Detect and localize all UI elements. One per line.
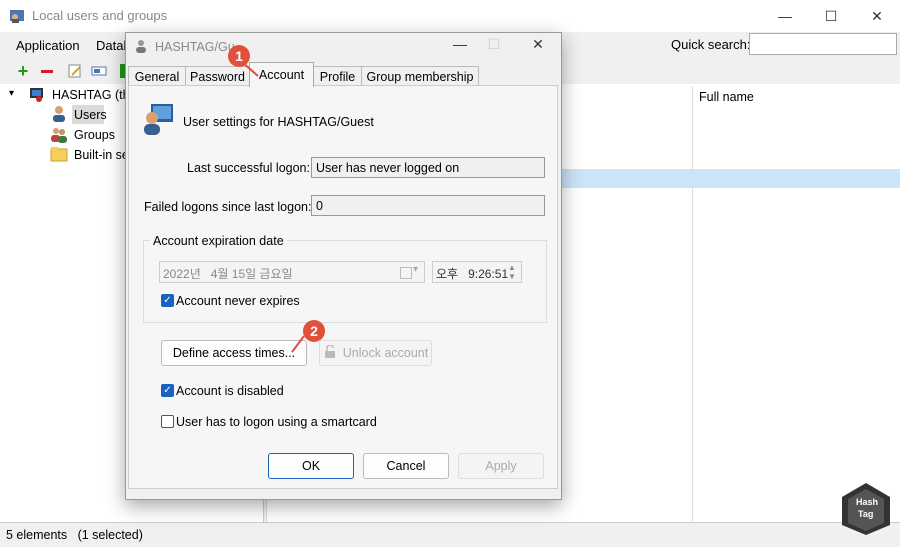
spin-up-icon: ▲	[508, 263, 516, 272]
cancel-button[interactable]: Cancel	[363, 453, 449, 479]
close-icon: ✕	[871, 7, 883, 24]
dialog-maximize-button: ☐	[480, 36, 508, 56]
tree-item-users[interactable]: Users	[74, 108, 107, 122]
tab-profile[interactable]: Profile	[313, 66, 362, 86]
add-icon[interactable]: +	[14, 61, 32, 81]
unlock-account-button: Unlock account	[319, 340, 432, 366]
spin-down-icon: ▼	[508, 272, 516, 281]
collapse-chevron-icon[interactable]: ▾	[9, 88, 14, 99]
edit-icon[interactable]	[66, 62, 84, 80]
last-logon-label: Last successful logon:	[187, 161, 310, 175]
column-header-full-name[interactable]: Full name	[699, 90, 754, 104]
status-text: 5 elements (1 selected)	[6, 528, 143, 542]
selected-table-row[interactable]	[561, 169, 900, 188]
annotation-arrow-2	[291, 335, 305, 353]
dialog-heading: User settings for HASHTAG/Guest	[183, 115, 374, 129]
smartcard-label[interactable]: User has to logon using a smartcard	[176, 415, 377, 429]
never-expires-checkbox[interactable]: ✓	[161, 294, 174, 307]
rename-icon[interactable]	[90, 62, 108, 80]
maximize-button[interactable]: ☐	[808, 0, 854, 32]
time-value: 오후 9:26:51	[436, 267, 509, 281]
tree-root[interactable]: HASHTAG (thi	[52, 88, 132, 102]
tab-group-membership[interactable]: Group membership	[361, 66, 479, 86]
quick-search-label: Quick search:	[671, 37, 751, 52]
window-title: Local users and groups	[32, 8, 168, 23]
date-value: 2022년 4월 15일 금요일	[163, 267, 293, 281]
logo-text-hash: Hash	[856, 497, 879, 507]
minimize-icon: —	[778, 8, 792, 24]
maximize-icon: ☐	[487, 36, 501, 52]
quick-search-input[interactable]	[749, 33, 897, 55]
remove-icon[interactable]	[38, 62, 56, 80]
computer-icon	[28, 86, 46, 107]
calendar-icon	[400, 267, 412, 279]
tab-general[interactable]: General	[128, 66, 186, 86]
user-computer-icon	[141, 102, 175, 139]
close-icon: ✕	[532, 36, 544, 52]
annotation-arrow-1	[241, 61, 259, 77]
ok-button[interactable]: OK	[268, 453, 354, 479]
last-logon-field: User has never logged on	[311, 157, 545, 178]
expiration-time-picker: 오후 9:26:51 ▲ ▼	[432, 261, 522, 283]
define-access-times-button[interactable]: Define access times...	[161, 340, 307, 366]
lock-icon	[323, 343, 337, 362]
users-app-icon	[9, 8, 25, 24]
folder-icon	[50, 146, 68, 165]
dialog-minimize-button[interactable]: —	[446, 36, 474, 56]
dialog-close-button[interactable]: ✕	[524, 36, 552, 56]
minimize-icon: —	[453, 36, 467, 52]
dialog-title: HASHTAG/Gu	[155, 40, 235, 54]
never-expires-label[interactable]: Account never expires	[176, 294, 300, 308]
column-divider	[692, 86, 693, 522]
account-disabled-label[interactable]: Account is disabled	[176, 384, 284, 398]
smartcard-checkbox[interactable]	[161, 415, 174, 428]
user-icon	[50, 105, 68, 126]
tree-item-builtin[interactable]: Built-in se	[74, 148, 129, 162]
apply-button: Apply	[458, 453, 544, 479]
failed-logons-label: Failed logons since last logon:	[144, 200, 312, 214]
minimize-button[interactable]: —	[762, 0, 808, 32]
hashtag-logo: Hash Tag	[838, 481, 894, 537]
chevron-down-icon: ▾	[413, 264, 419, 275]
account-disabled-checkbox[interactable]: ✓	[161, 384, 174, 397]
expiration-group-title: Account expiration date	[150, 234, 287, 248]
maximize-icon: ☐	[824, 7, 838, 24]
close-button[interactable]: ✕	[854, 0, 900, 32]
expiration-date-picker: 2022년 4월 15일 금요일 ▾	[159, 261, 425, 283]
menu-application[interactable]: Application	[16, 38, 80, 53]
failed-logons-field: 0	[311, 195, 545, 216]
unlock-account-label: Unlock account	[342, 346, 429, 360]
tree-item-groups[interactable]: Groups	[74, 128, 115, 142]
logo-text-tag: Tag	[858, 509, 874, 519]
user-icon	[134, 39, 148, 53]
group-icon	[50, 126, 68, 147]
